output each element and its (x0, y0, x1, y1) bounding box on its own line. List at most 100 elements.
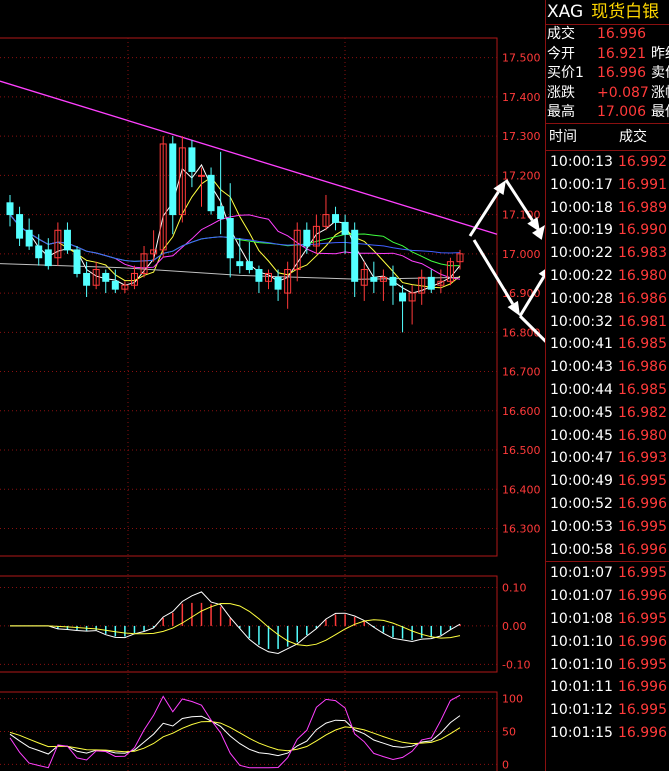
trade-row[interactable]: 10:00:17 16.991 (546, 174, 669, 197)
trade-time: 10:00:28 (550, 290, 613, 307)
trade-price: 16.982 (618, 404, 667, 421)
trade-row[interactable]: 10:00:53 16.995 (546, 516, 669, 539)
trade-price: 16.985 (618, 381, 667, 398)
price-tick-label: 17.500 (502, 52, 541, 65)
trade-row[interactable]: 10:00:19 16.990 (546, 219, 669, 242)
trade-row[interactable]: 10:01:07 16.995 (546, 561, 669, 585)
trade-row[interactable]: 10:01:15 16.996 (546, 722, 669, 745)
trade-row[interactable]: 10:00:58 16.996 (546, 539, 669, 562)
trade-price: 16.996 (618, 724, 667, 741)
trade-time: 10:00:43 (550, 359, 613, 376)
quote-value: 16.921 (597, 45, 646, 62)
candle-body (389, 276, 397, 286)
candle-body (111, 280, 119, 290)
trade-row[interactable]: 10:00:45 16.980 (546, 425, 669, 448)
kline-chart[interactable]: 17.50017.40017.30017.20017.10017.00016.9… (0, 0, 545, 771)
candle-body (274, 276, 282, 290)
price-tick-label: 16.500 (502, 444, 541, 457)
arrow-up-1-head (493, 180, 506, 195)
symbol-code: XAG (547, 2, 584, 22)
trade-price: 16.980 (618, 427, 667, 444)
candle-body (351, 229, 359, 282)
trade-row[interactable]: 10:01:10 16.996 (546, 631, 669, 654)
trades-header: 时间 成交 (546, 122, 669, 151)
trade-row[interactable]: 10:00:22 16.980 (546, 265, 669, 288)
trade-row[interactable]: 10:00:13 16.992 (546, 151, 669, 174)
candle-body (226, 218, 234, 259)
trade-row[interactable]: 10:00:43 16.986 (546, 356, 669, 379)
quote-row: 买价1 16.996 卖价 (546, 64, 669, 84)
macd-tick-label: 0.10 (502, 582, 527, 595)
trade-row[interactable]: 10:00:49 16.995 (546, 470, 669, 493)
trade-price: 16.990 (618, 222, 667, 239)
trade-row[interactable]: 10:00:44 16.985 (546, 379, 669, 402)
trade-time: 10:01:10 (550, 656, 613, 673)
quote-value: 16.996 (597, 26, 646, 42)
quote-header: XAG 现货白银 (546, 0, 669, 25)
quote-extra-label: 昨结 (651, 45, 669, 62)
trade-row[interactable]: 10:00:18 16.989 (546, 197, 669, 220)
symbol-name: 现货白银 (591, 2, 660, 22)
trade-row[interactable]: 10:00:52 16.996 (546, 493, 669, 516)
price-tick-label: 16.600 (502, 405, 541, 418)
trade-price: 16.995 (618, 610, 667, 627)
trade-price: 16.986 (618, 290, 667, 307)
trend-line (0, 80, 498, 235)
macd-tick-label: -0.10 (502, 658, 530, 671)
candle-body (217, 206, 225, 220)
trade-row[interactable]: 10:00:28 16.986 (546, 288, 669, 311)
trade-row[interactable]: 10:01:11 16.996 (546, 676, 669, 699)
trade-price: 16.996 (618, 588, 667, 605)
trade-row[interactable]: 10:00:47 16.993 (546, 447, 669, 470)
candle-body (169, 143, 177, 216)
trade-time: 10:00:19 (550, 222, 613, 239)
candle-body (188, 147, 196, 172)
quote-value: +0.087 (597, 84, 649, 101)
trade-time: 10:00:53 (550, 518, 613, 535)
trade-row[interactable]: 10:01:07 16.996 (546, 585, 669, 608)
trade-time: 10:01:08 (550, 610, 613, 627)
trades-list[interactable]: 10:00:13 16.992 10:00:17 16.991 10:00:18 16.9… (546, 151, 669, 745)
trade-row[interactable]: 10:01:10 16.995 (546, 654, 669, 677)
candle-body (44, 249, 52, 267)
trade-row[interactable]: 10:00:32 16.981 (546, 311, 669, 334)
main-panel-border (0, 37, 498, 557)
macd-panel: 0.10 0.00 -0.10 (0, 575, 530, 673)
trade-price: 16.995 (618, 565, 667, 582)
quote-extra-label: 卖价 (651, 65, 669, 82)
trade-time: 10:00:13 (550, 153, 613, 170)
quote-row: 最高 17.006 最低 (546, 103, 669, 123)
candle-body (197, 174, 205, 177)
trade-price: 16.980 (618, 267, 667, 284)
chart-grid (0, 37, 498, 771)
candle-body (245, 261, 253, 271)
trade-price: 16.992 (618, 153, 667, 170)
trade-price: 16.996 (618, 633, 667, 650)
trade-price: 16.996 (618, 541, 667, 558)
trade-row[interactable]: 10:00:22 16.983 (546, 242, 669, 265)
quote-label: 今开 (547, 45, 575, 62)
kdj-panel: 100 50 0 (0, 691, 523, 771)
quote-label: 涨跌 (547, 84, 575, 101)
trade-price: 16.986 (618, 359, 667, 376)
trade-price: 16.983 (618, 245, 667, 262)
kdj-tick-label: 50 (502, 726, 516, 739)
trade-row[interactable]: 10:00:45 16.982 (546, 402, 669, 425)
macd-panel-border (0, 575, 498, 673)
trade-time: 10:00:45 (550, 404, 613, 421)
trade-price: 16.995 (618, 518, 667, 535)
candle-body (236, 261, 244, 267)
trade-time: 10:00:18 (550, 199, 613, 216)
candlestick-series (6, 136, 464, 333)
trade-time: 10:00:41 (550, 336, 613, 353)
trade-row[interactable]: 10:01:12 16.995 (546, 699, 669, 722)
kdj-tick-label: 100 (502, 693, 523, 706)
trade-time: 10:01:15 (550, 724, 613, 741)
trade-row[interactable]: 10:00:41 16.985 (546, 333, 669, 356)
trade-time: 10:00:32 (550, 313, 613, 330)
quote-summary: 成交 16.996 今开 16.921 昨结买价1 16.996 卖价涨跌 +0.087涨幅最… (546, 25, 669, 123)
trade-row[interactable]: 10:01:08 16.995 (546, 608, 669, 631)
trade-time: 10:01:12 (550, 702, 613, 719)
candle-body (255, 269, 263, 282)
trade-time: 10:01:07 (550, 565, 613, 582)
